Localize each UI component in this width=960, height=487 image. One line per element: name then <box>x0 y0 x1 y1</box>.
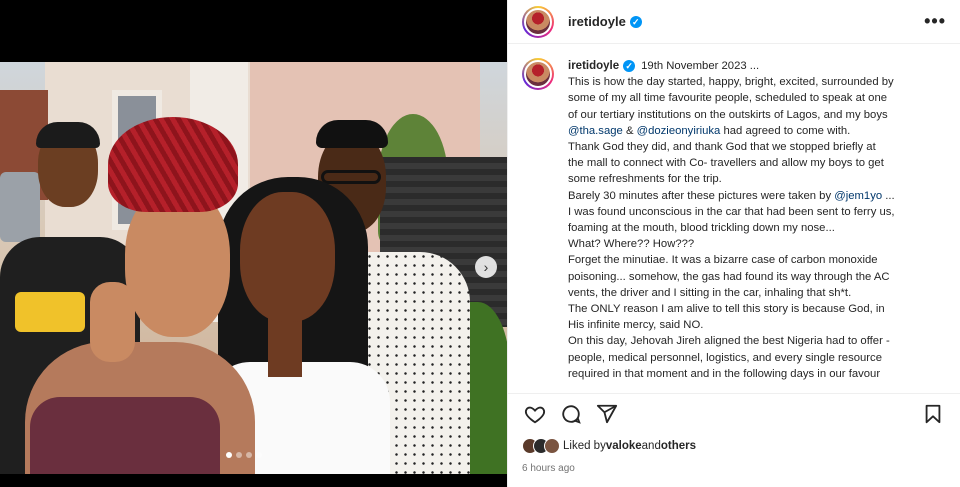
verified-badge-icon: ✓ <box>623 60 636 73</box>
share-icon[interactable] <box>594 401 620 427</box>
mention-link[interactable]: @tha.sage <box>568 125 623 137</box>
caption-line: The ONLY reason I am alive to tell this … <box>568 303 885 316</box>
carousel-dot <box>246 452 252 458</box>
caption-line: foaming at the mouth, blood trickling do… <box>568 222 835 235</box>
glasses <box>321 170 381 184</box>
person-left-hair <box>36 122 100 148</box>
caption-line: of our tertiary institutions on the outs… <box>568 108 888 121</box>
carousel-dot <box>226 452 232 458</box>
bookmark-icon[interactable] <box>920 401 946 427</box>
post-header: iretidoyle ✓ ••• <box>508 0 960 44</box>
person-center-neck <box>268 317 302 377</box>
caption-date: 19th November 2023 ... <box>641 60 760 72</box>
caption-line: people, medical personnel, logistics, an… <box>568 351 882 364</box>
tshirt-print <box>15 292 85 332</box>
post-photo[interactable] <box>0 62 507 474</box>
caption-line: His infinite mercy, said NO. <box>568 319 704 332</box>
caption-line: some of my all time favourite people, sc… <box>568 92 888 105</box>
instagram-post-modal: › iretidoyle ✓ ••• iretidoyle ✓ 19th Nov… <box>0 0 960 487</box>
caption-line: @tha.sage & @dozieonyiriuka had agreed t… <box>568 123 956 139</box>
caption-area: iretidoyle ✓ 19th November 2023 ... This… <box>508 58 960 380</box>
caption-line: I was found unconscious in the car that … <box>568 205 895 218</box>
caption-fragment: had agreed to come with. <box>720 124 851 137</box>
mention-link[interactable]: @dozieonyiriuka <box>637 125 721 137</box>
person-center-head <box>240 192 335 322</box>
caption-line: Forget the minutiae. It was a bizarre ca… <box>568 254 878 267</box>
likes-middle: and <box>641 440 661 452</box>
background-car <box>0 172 40 242</box>
next-arrow-icon[interactable]: › <box>475 256 497 278</box>
action-bar <box>508 393 960 433</box>
liker-avatars[interactable] <box>522 438 560 454</box>
avatar <box>544 438 560 454</box>
caption-text: iretidoyle ✓ 19th November 2023 ... This… <box>568 58 956 380</box>
caption-fragment: ... <box>882 189 895 202</box>
post-side-panel: iretidoyle ✓ ••• iretidoyle ✓ 19th Novem… <box>507 0 960 487</box>
person-front-locs <box>108 117 238 212</box>
caption-line: Barely 30 minutes after these pictures w… <box>568 188 956 204</box>
liker-username[interactable]: valoke <box>606 440 642 452</box>
caption-line: some refreshments for the trip. <box>568 173 722 186</box>
caption-username[interactable]: iretidoyle <box>568 58 619 74</box>
heart-icon[interactable] <box>522 401 548 427</box>
caption-line: What? Where?? How??? <box>568 238 695 251</box>
caption-line: required in that moment and in the follo… <box>568 367 881 380</box>
more-options-icon[interactable]: ••• <box>924 11 946 32</box>
post-timestamp[interactable]: 6 hours ago <box>522 463 575 474</box>
likes-prefix: Liked by <box>563 440 606 452</box>
avatar[interactable] <box>522 5 554 38</box>
carousel-dot <box>256 452 262 458</box>
caption-line: poisoning... somehow, the gas had found … <box>568 270 890 283</box>
media-pane: › <box>0 0 507 487</box>
caption-line: This is how the day started, happy, brig… <box>568 76 894 89</box>
avatar[interactable] <box>522 58 554 90</box>
verified-badge-icon: ✓ <box>629 15 642 28</box>
comment-icon[interactable] <box>558 401 584 427</box>
caption-fragment: Barely 30 minutes after these pictures w… <box>568 189 835 202</box>
caption-line: the mall to connect with Co- travellers … <box>568 157 884 170</box>
caption-fragment: & <box>622 124 637 137</box>
carousel-dots <box>226 452 262 458</box>
caption-line: vents, the driver and I sitting in the c… <box>568 286 852 299</box>
caption-line: Thank God they did, and thank God that w… <box>568 141 876 154</box>
header-username[interactable]: iretidoyle <box>568 14 626 29</box>
carousel-dot <box>236 452 242 458</box>
caption-avatar-wrap <box>522 58 554 380</box>
person-front-top <box>30 397 220 474</box>
person-right-hair <box>316 120 388 148</box>
likes-summary: Liked by valoke and others <box>522 438 696 454</box>
caption-line: On this day, Jehovah Jireh aligned the b… <box>568 335 890 348</box>
likes-others-link[interactable]: others <box>661 440 696 452</box>
mention-link[interactable]: @jem1yo <box>834 190 882 202</box>
